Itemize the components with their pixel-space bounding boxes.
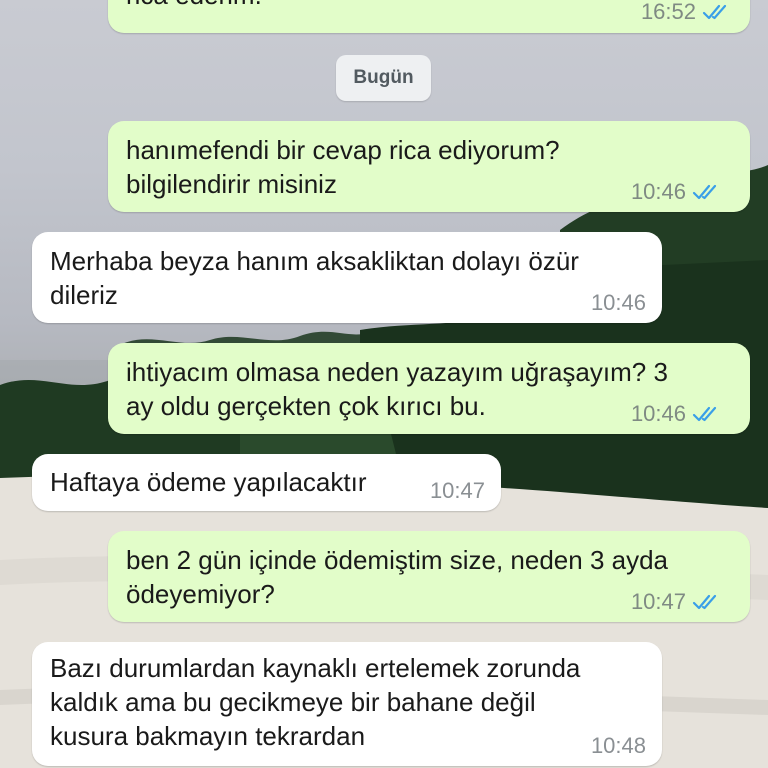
message-time: 10:46 — [630, 179, 686, 204]
outgoing-message[interactable]: hanımefendi bir cevap rica ediyorum? bil… — [108, 121, 750, 212]
message-time: 10:46 — [590, 290, 646, 315]
message-text-line: ay oldu gerçekten çok kırıcı bu. — [126, 391, 486, 421]
outgoing-message[interactable]: ben 2 gün içinde ödemiştim size, neden 3… — [108, 531, 750, 622]
message-text-line: ihtiyacım olmasa neden yazayım uğraşayım… — [126, 357, 668, 387]
double-check-icon — [702, 4, 727, 20]
message-text: rica ederim. — [126, 0, 262, 12]
message-text-line: Bazı durumlardan kaynaklı ertelemek zoru… — [50, 653, 581, 683]
message-text-line: kaldık ama bu gecikmeye bir bahane değil — [50, 687, 536, 717]
message-meta: 16:52 — [641, 0, 730, 25]
message-meta: 10:47 — [430, 478, 485, 504]
message-time: 16:52 — [640, 0, 696, 24]
date-separator: Bugün — [336, 55, 431, 101]
incoming-message[interactable]: Bazı durumlardan kaynaklı ertelemek zoru… — [32, 642, 662, 766]
message-text-line: ödeyemiyor? — [126, 579, 275, 609]
message-list[interactable]: Bugün rica ederim. 16:52 hanımefendi bir… — [0, 0, 768, 768]
incoming-message[interactable]: Merhaba beyza hanım aksakliktan dolayı ö… — [32, 232, 662, 323]
message-text-line: dileriz — [50, 280, 118, 310]
message-text-line: hanımefendi bir cevap rica ediyorum? — [126, 135, 560, 165]
incoming-message[interactable]: Haftaya ödeme yapılacaktır 10:47 — [32, 454, 501, 511]
message-time: 10:48 — [590, 733, 646, 758]
double-check-icon — [692, 594, 717, 610]
message-time: 10:47 — [429, 478, 485, 503]
message-time: 10:46 — [630, 401, 686, 426]
message-time: 10:47 — [630, 589, 686, 614]
message-text-line: kusura bakmayın tekrardan — [50, 721, 366, 751]
message-meta: 10:48 — [591, 733, 646, 759]
message-text-line: bilgilendirir misiniz — [126, 169, 337, 199]
message-meta: 10:47 — [631, 589, 720, 615]
message-text-line: ben 2 gün içinde ödemiştim size, neden 3… — [126, 545, 669, 575]
message-text-line: Merhaba beyza hanım aksakliktan dolayı ö… — [50, 246, 579, 276]
message-meta: 10:46 — [591, 290, 646, 316]
message-meta: 10:46 — [631, 401, 720, 427]
message-text: Haftaya ödeme yapılacaktır — [50, 467, 367, 497]
outgoing-message[interactable]: rica ederim. 16:52 — [108, 0, 750, 33]
date-separator-label: Bugün — [353, 67, 414, 88]
double-check-icon — [692, 184, 717, 200]
double-check-icon — [692, 406, 717, 422]
message-meta: 10:46 — [631, 179, 720, 205]
outgoing-message[interactable]: ihtiyacım olmasa neden yazayım uğraşayım… — [108, 343, 750, 434]
